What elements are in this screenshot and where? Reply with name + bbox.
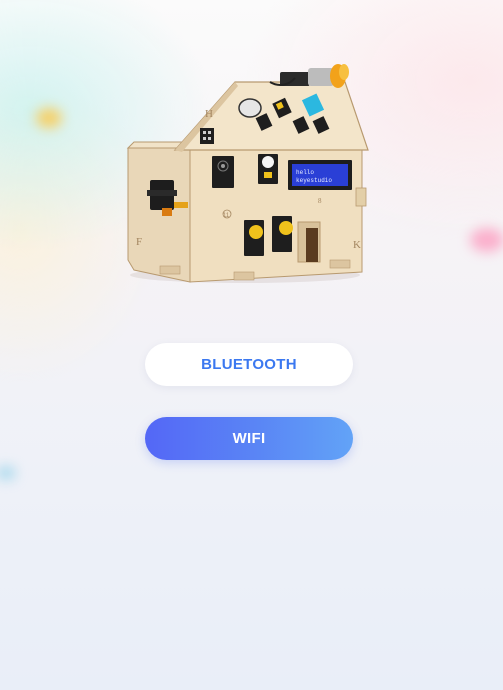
background-glow-cyan: [0, 466, 16, 480]
panel-number-8: 8: [318, 197, 322, 205]
background-glow-yellow: [36, 108, 62, 128]
bluetooth-button[interactable]: BLUETOOTH: [145, 343, 353, 386]
wifi-button[interactable]: WIFI: [145, 417, 353, 460]
panel-letter-f: F: [136, 236, 142, 248]
background-glow-pink: [470, 228, 503, 252]
panel-letter-h: H: [205, 108, 213, 120]
lcd-line-1: hello: [296, 169, 314, 176]
panel-letter-k: K: [353, 239, 361, 251]
lcd-line-2: keyestudio: [296, 177, 332, 184]
panel-number-11: 11: [223, 213, 230, 219]
smart-home-kit-image: F H hello keyestudio 8 11 K: [120, 60, 370, 290]
